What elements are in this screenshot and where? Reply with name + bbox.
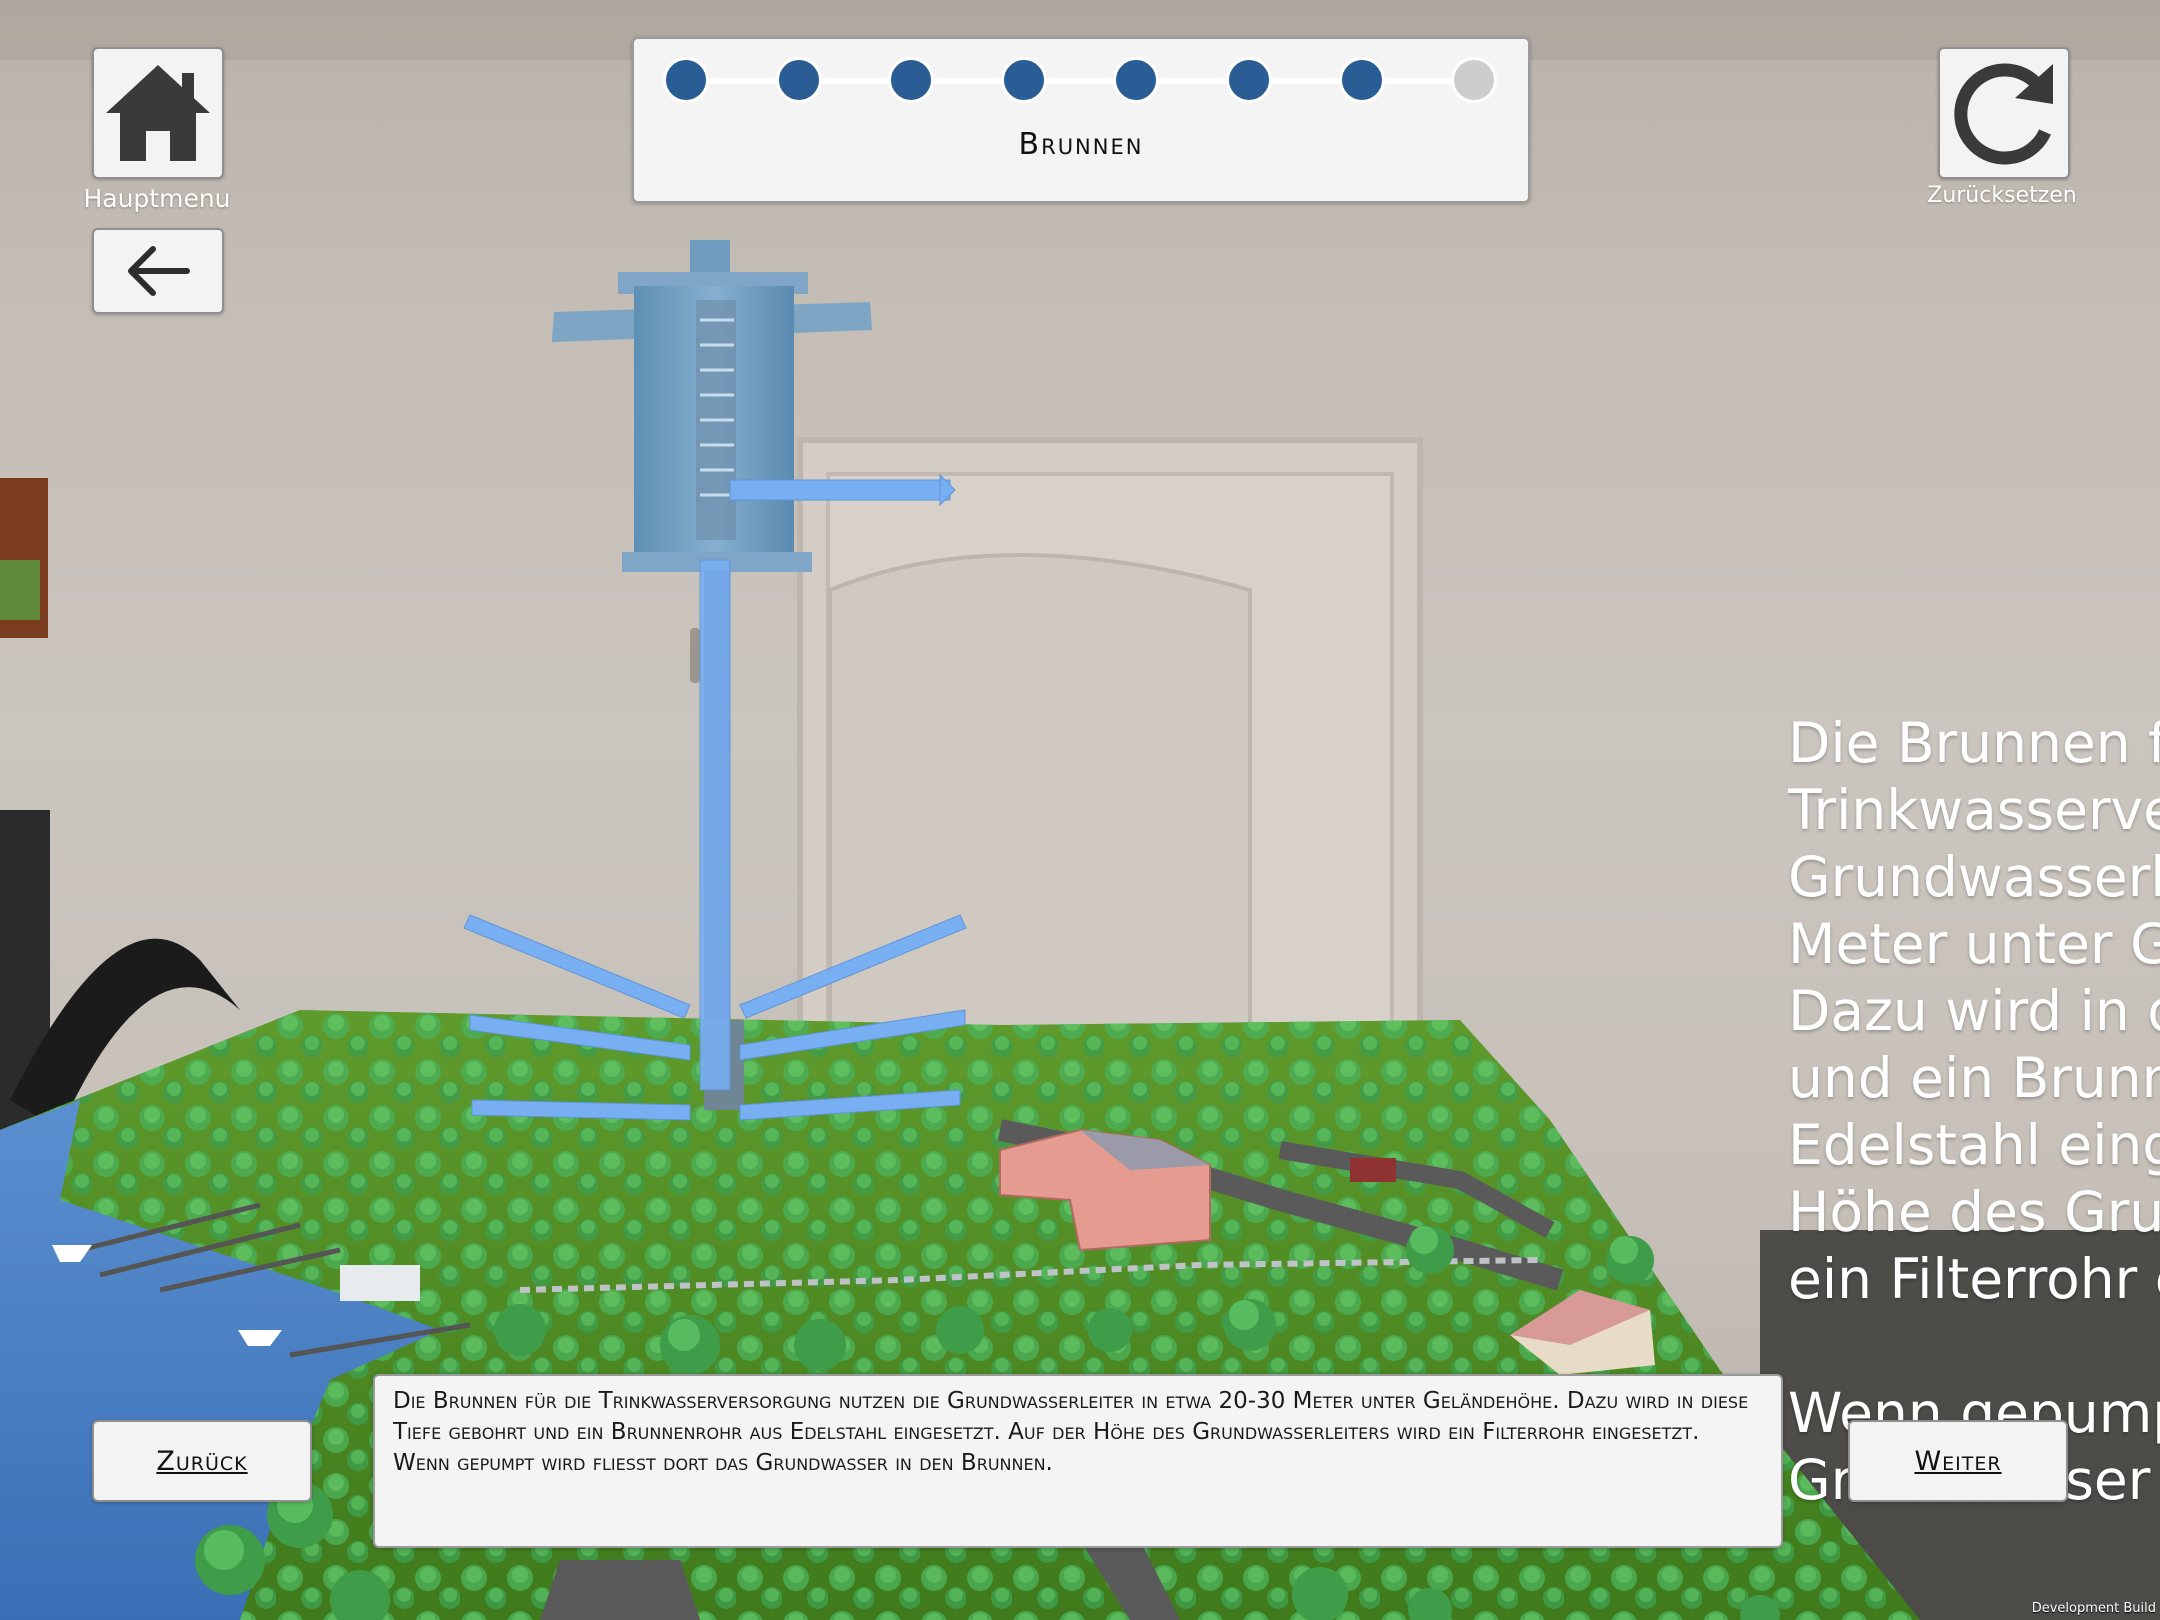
- world-text-line: [1788, 1313, 2160, 1380]
- world-text-line: Trinkwasserve: [1788, 778, 2160, 842]
- progress-step: [1113, 57, 1160, 103]
- next-button[interactable]: Weiter: [1848, 1420, 2068, 1502]
- world-text-line: Meter unter G: [1788, 912, 2160, 976]
- progress-panel: Brunnen: [632, 37, 1530, 203]
- refresh-icon: [1954, 63, 2053, 165]
- home-icon: [106, 65, 210, 161]
- description-panel: Die Brunnen für die Trinkwasserversorgun…: [373, 1374, 1783, 1548]
- back-button[interactable]: Zurück: [92, 1420, 312, 1502]
- world-text-line: Grundwasserl: [1788, 845, 2160, 909]
- progress-step: [888, 57, 935, 103]
- progress-step: [1338, 57, 1385, 103]
- progress-step: [663, 57, 709, 103]
- step-title: Brunnen: [1018, 127, 1144, 162]
- world-text-line: Dazu wird in d: [1788, 979, 2160, 1043]
- back-arrow-button[interactable]: [92, 228, 224, 314]
- world-text: Die Brunnen f Trinkwasserve Grundwasserl Me…: [1788, 710, 2160, 1514]
- world-text-line: und ein Brunn: [1788, 1046, 2160, 1110]
- build-label: Development Build: [2031, 1601, 2156, 1616]
- home-button[interactable]: [92, 47, 224, 179]
- world-text-line: Edelstahl eing: [1788, 1113, 2160, 1177]
- progress-step: [775, 57, 822, 103]
- arrow-left-icon: [128, 246, 190, 296]
- world-text-line: ein Filterrohr e: [1788, 1247, 2160, 1311]
- reset-label: Zurücksetzen: [1927, 183, 2077, 208]
- progress-step: [1000, 57, 1047, 103]
- progress-step: [1451, 57, 1498, 103]
- world-text-line: Die Brunnen f: [1788, 711, 2160, 775]
- description-text: Die Brunnen für die Trinkwasserversorgun…: [393, 1388, 1749, 1476]
- progress-step: [1226, 57, 1272, 103]
- reset-button[interactable]: [1938, 47, 2070, 179]
- world-text-line: Höhe des Gru: [1788, 1180, 2160, 1244]
- home-label: Hauptmenu: [83, 184, 231, 213]
